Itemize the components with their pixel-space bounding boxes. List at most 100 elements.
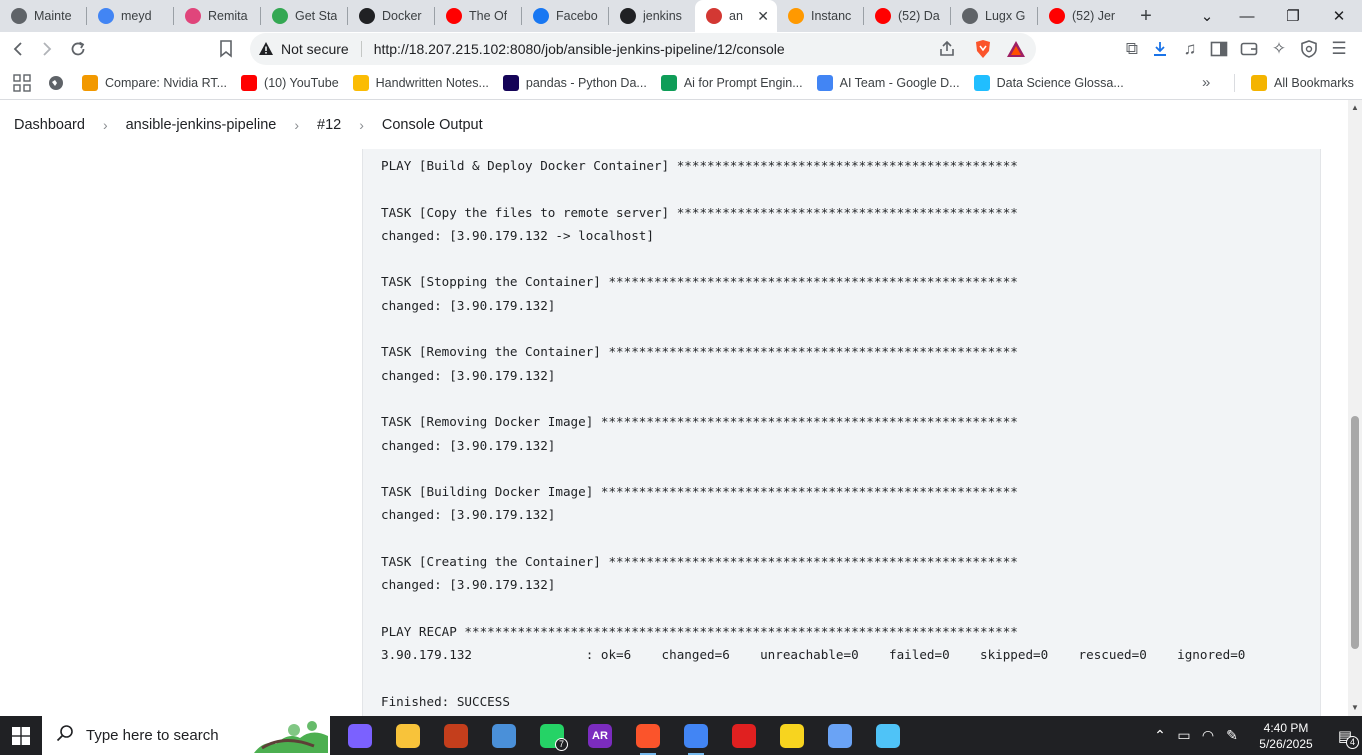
- bookmark-item[interactable]: Ai for Prompt Engin...: [660, 74, 803, 91]
- browser-tab[interactable]: The Of: [435, 0, 521, 32]
- browser-tab[interactable]: an ✕: [695, 0, 777, 32]
- taskbar-app-button[interactable]: [768, 716, 816, 755]
- browser-tab[interactable]: Mainte: [0, 0, 86, 32]
- breadcrumb-dashboard[interactable]: Dashboard: [14, 117, 85, 133]
- bookmark-label: Data Science Glossa...: [996, 75, 1124, 90]
- globe-icon[interactable]: [44, 75, 68, 91]
- close-tab-icon[interactable]: ✕: [757, 8, 769, 25]
- tab-title: Facebo: [556, 9, 598, 23]
- all-bookmarks-folder[interactable]: All Bookmarks: [1251, 74, 1354, 91]
- facebook-icon: [533, 8, 549, 24]
- aws-icon: [788, 8, 804, 24]
- start-button[interactable]: [0, 716, 42, 755]
- browser-tab[interactable]: Lugx G: [951, 0, 1037, 32]
- browser-tab[interactable]: Facebo: [522, 0, 608, 32]
- bookmark-item[interactable]: (10) YouTube: [241, 74, 339, 91]
- youtube-icon: [446, 8, 462, 24]
- address-bar[interactable]: Not secure http://18.207.215.102:8080/jo…: [250, 33, 1036, 65]
- taskbar-search-box[interactable]: Type here to search: [42, 716, 330, 755]
- gem-icon: [828, 723, 852, 748]
- taskbar-app-button[interactable]: 7: [528, 716, 576, 755]
- bookmark-item[interactable]: AI Team - Google D...: [816, 74, 960, 91]
- bookmark-icon: [220, 40, 232, 58]
- more-bookmarks-chevron-icon[interactable]: »: [1202, 74, 1210, 91]
- apps-grid-icon[interactable]: [0, 73, 44, 92]
- taskbar-app-button[interactable]: [480, 716, 528, 755]
- brave-rewards-icon[interactable]: [1006, 40, 1026, 61]
- taskbar-app-button[interactable]: [720, 716, 768, 755]
- close-window-button[interactable]: ✕: [1316, 0, 1362, 32]
- tab-title: (52) Jer: [1072, 9, 1116, 23]
- scroll-up-arrow-icon[interactable]: ▲: [1350, 103, 1360, 113]
- bookmark-page-button[interactable]: [214, 37, 238, 61]
- windows-taskbar: Type here to search 7 AR ⌃ ▭ ◠ ✎ 4:40 PM …: [0, 716, 1362, 755]
- browser-tab[interactable]: Remita: [174, 0, 260, 32]
- tab-title: an: [729, 9, 743, 23]
- bookmark-item[interactable]: Data Science Glossa...: [973, 74, 1124, 91]
- browser-tab[interactable]: (52) Da: [864, 0, 950, 32]
- taskbar-app-button[interactable]: [816, 716, 864, 755]
- browser-tab[interactable]: meyd: [87, 0, 173, 32]
- media-button[interactable]: ♫: [1178, 37, 1202, 61]
- battery-icon[interactable]: ▭: [1172, 727, 1196, 744]
- breadcrumb-console-output[interactable]: Console Output: [382, 117, 483, 133]
- scrollbar-thumb[interactable]: [1351, 416, 1359, 649]
- wifi-icon[interactable]: ◠: [1196, 727, 1220, 744]
- url-text[interactable]: http://18.207.215.102:8080/job/ansible-j…: [374, 41, 785, 57]
- kaggle-icon: [973, 74, 990, 91]
- vpn-button[interactable]: [1297, 37, 1321, 61]
- taskbar-app-button[interactable]: AR: [576, 716, 624, 755]
- console-output-panel: PLAY [Build & Deploy Docker Container] *…: [362, 149, 1321, 716]
- browser-tab[interactable]: Docker: [348, 0, 434, 32]
- bookmark-item[interactable]: pandas - Python Da...: [502, 74, 647, 91]
- security-label[interactable]: Not secure: [281, 41, 349, 57]
- back-button[interactable]: [6, 37, 30, 61]
- sidebar-icon: [1210, 41, 1228, 57]
- reload-button[interactable]: [66, 37, 90, 61]
- brave-shields-icon[interactable]: [974, 39, 992, 62]
- sticky-notes-icon: [780, 723, 804, 748]
- taskbar-app-button[interactable]: [624, 716, 672, 755]
- bookmark-item[interactable]: Compare: Nvidia RT...: [82, 74, 227, 91]
- file-explorer-icon: [396, 723, 420, 748]
- minimize-button[interactable]: —: [1224, 0, 1270, 32]
- jenkins-page: Dashboard › ansible-jenkins-pipeline › #…: [0, 100, 1362, 716]
- globe-icon: [962, 8, 978, 24]
- tab-title: jenkins: [643, 9, 682, 23]
- browser-tab[interactable]: Get Sta: [261, 0, 347, 32]
- warning-triangle-icon[interactable]: [258, 41, 274, 57]
- bookmark-item[interactable]: Handwritten Notes...: [352, 74, 489, 91]
- browser-tab[interactable]: (52) Jer: [1038, 0, 1124, 32]
- new-tab-button[interactable]: +: [1132, 5, 1160, 28]
- notification-center-button[interactable]: ▤ 4: [1328, 727, 1362, 749]
- breadcrumb-build[interactable]: #12: [317, 117, 341, 133]
- show-hidden-icons-chevron-icon[interactable]: ⌃: [1148, 727, 1172, 744]
- sidebar-button[interactable]: [1207, 37, 1231, 61]
- wallet-button[interactable]: [1237, 37, 1261, 61]
- taskbar-app-button[interactable]: [432, 716, 480, 755]
- taskbar-app-button[interactable]: [672, 716, 720, 755]
- taskbar-clock[interactable]: 4:40 PM 5/26/2025: [1244, 720, 1328, 752]
- browser-tab[interactable]: jenkins: [609, 0, 695, 32]
- browser-tab[interactable]: Instanc: [777, 0, 863, 32]
- taskbar-app-button[interactable]: [864, 716, 912, 755]
- leo-ai-button[interactable]: ✧: [1267, 37, 1291, 61]
- forward-button[interactable]: [35, 37, 59, 61]
- extensions-button[interactable]: ⧉: [1120, 37, 1144, 61]
- downloads-button[interactable]: [1148, 37, 1172, 61]
- reload-icon: [71, 41, 85, 56]
- google-icon: [98, 8, 114, 24]
- tab-title: Get Sta: [295, 9, 338, 23]
- chevron-right-icon: ›: [359, 116, 364, 133]
- page-scrollbar[interactable]: ▲ ▼: [1348, 100, 1362, 716]
- scroll-down-arrow-icon[interactable]: ▼: [1350, 703, 1360, 713]
- taskbar-app-button[interactable]: [336, 716, 384, 755]
- taskbar-app-button[interactable]: [384, 716, 432, 755]
- share-icon[interactable]: [938, 40, 956, 61]
- breadcrumb-job[interactable]: ansible-jenkins-pipeline: [126, 117, 277, 133]
- menu-button[interactable]: ☰: [1327, 37, 1351, 61]
- pen-icon[interactable]: ✎: [1220, 727, 1244, 744]
- bookmarks-bar: Compare: Nvidia RT... (10) YouTube Handwri…: [0, 66, 1362, 100]
- brave-icon: [636, 723, 660, 748]
- restore-button[interactable]: ❐: [1270, 0, 1316, 32]
